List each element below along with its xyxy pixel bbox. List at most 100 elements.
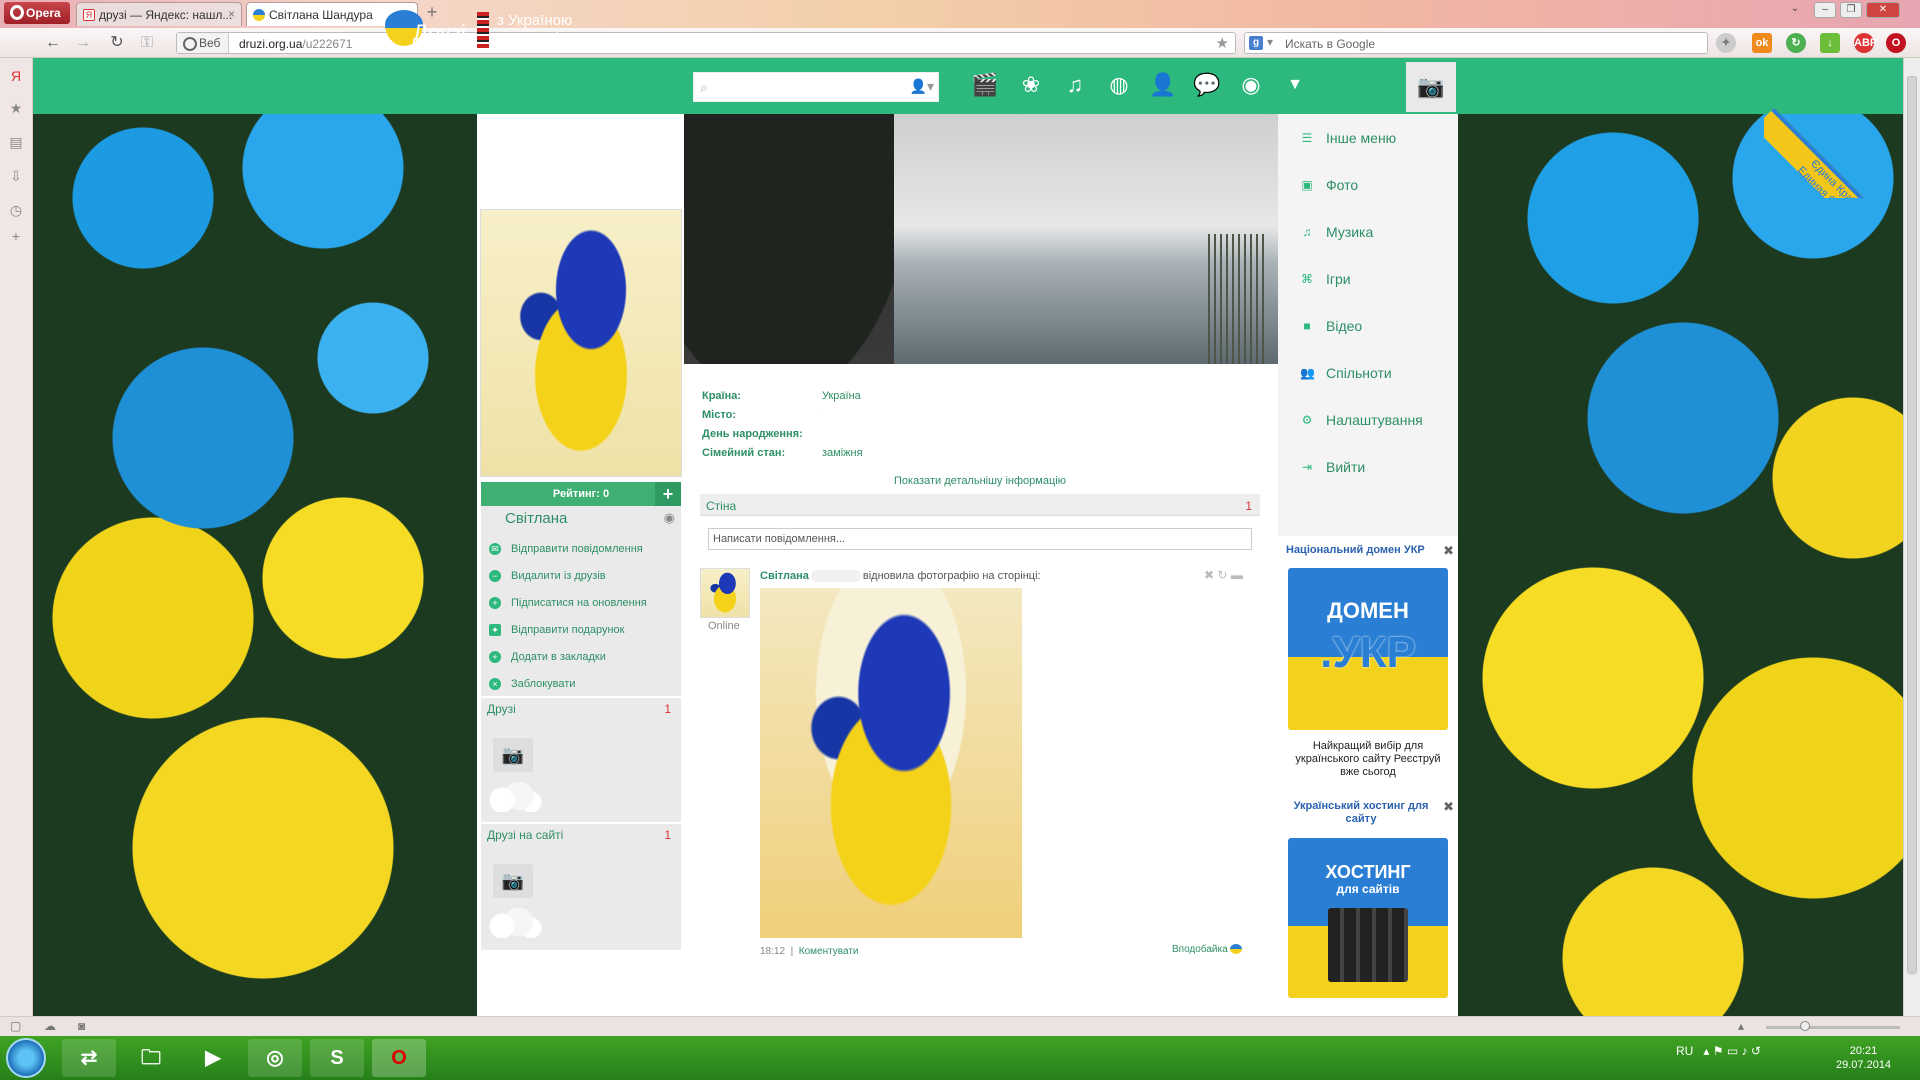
eye-icon[interactable]: ◉: [1236, 70, 1266, 100]
post-author-link[interactable]: Світлана: [760, 570, 809, 582]
like-button[interactable]: Вподобайка: [1172, 944, 1243, 955]
chat-icon[interactable]: 💬: [1192, 70, 1222, 100]
dropdown-icon[interactable]: ▼: [1280, 70, 1310, 100]
globe-icon[interactable]: ◍: [1104, 70, 1134, 100]
close-ad-icon[interactable]: ✖: [1443, 543, 1454, 559]
opera-app-icon[interactable]: O: [372, 1039, 426, 1077]
zoom-up-icon[interactable]: ▴: [1738, 1019, 1744, 1033]
tray-expand-icon[interactable]: ▴: [1703, 1044, 1709, 1058]
post-author-avatar[interactable]: [700, 568, 750, 618]
user-icon[interactable]: 👤: [1148, 70, 1178, 100]
cover-photo[interactable]: [684, 114, 1278, 364]
remote-app-icon[interactable]: ⇄: [62, 1039, 116, 1077]
music-icon[interactable]: ♫: [1060, 70, 1090, 100]
close-ad-icon[interactable]: ✖: [1443, 799, 1454, 815]
friends-online-section-title[interactable]: Друзі на сайті 1: [487, 828, 677, 846]
sync-icon[interactable]: ↺: [1751, 1044, 1761, 1058]
add-panel-icon[interactable]: +: [8, 228, 24, 244]
visibility-eye-icon[interactable]: ◉: [664, 510, 675, 526]
bookmark-star-icon[interactable]: ★: [1216, 34, 1229, 52]
zoom-slider-handle[interactable]: [1800, 1021, 1810, 1031]
forward-icon[interactable]: →: [72, 33, 94, 53]
close-window-button[interactable]: ✕: [1866, 2, 1900, 18]
ad-domain-banner[interactable]: ДОМЕН .УКР: [1288, 568, 1448, 730]
bookmarks-panel-icon[interactable]: ★: [8, 100, 24, 116]
block-user-link[interactable]: × Заблокувати: [489, 675, 677, 693]
wall-message-input[interactable]: Написати повідомлення...: [708, 528, 1252, 550]
media-player-icon[interactable]: ▶: [186, 1039, 240, 1077]
send-message-link[interactable]: ✉ Відправити повідомлення: [489, 540, 677, 558]
panel-toggle-icon[interactable]: ▢: [10, 1019, 21, 1033]
download-extension-icon[interactable]: ↓: [1820, 33, 1840, 53]
history-panel-icon[interactable]: ◷: [8, 202, 24, 218]
ad-hosting-banner[interactable]: ХОСТИНГ для сайтів: [1288, 838, 1448, 998]
subscribe-link[interactable]: + Підписатися на оновлення: [489, 594, 677, 612]
camera-status-icon[interactable]: ◙: [78, 1019, 85, 1033]
refresh-extension-icon[interactable]: ↻: [1786, 33, 1806, 53]
show-more-info-link[interactable]: Показати детальнішу інформацію: [894, 475, 1066, 487]
country-value[interactable]: Україна: [822, 390, 861, 402]
system-clock[interactable]: 20:21 29.07.2014: [1836, 1044, 1891, 1072]
comment-post-icon[interactable]: ▬: [1231, 568, 1243, 582]
turbo-icon[interactable]: ☁: [44, 1019, 56, 1033]
menu-item-settings[interactable]: ⚙ Налаштування: [1300, 410, 1450, 430]
flag-icon[interactable]: ⚑: [1713, 1044, 1724, 1058]
network-icon[interactable]: ▭: [1727, 1044, 1738, 1058]
ad-hosting-title[interactable]: Український хостинг для сайту: [1286, 800, 1436, 826]
menu-item-photo[interactable]: ▣ Фото: [1300, 175, 1450, 195]
profile-avatar[interactable]: [480, 209, 682, 477]
language-indicator[interactable]: RU: [1676, 1044, 1693, 1058]
address-field[interactable]: Веб druzi.org.ua/u222671 ★: [176, 32, 1236, 54]
key-icon[interactable]: ⚿: [136, 33, 158, 53]
tab-yandex[interactable]: Ядрузі — Яндекс: нашл... ×: [76, 2, 242, 26]
start-button[interactable]: [6, 1038, 46, 1078]
minimize-button[interactable]: –: [1814, 2, 1836, 18]
adblock-extension-icon[interactable]: ABP: [1854, 33, 1877, 53]
site-logo[interactable]: Друзі з Україною в серці: [385, 8, 635, 50]
post-photo[interactable]: [760, 588, 1022, 938]
delete-post-icon[interactable]: ✖: [1204, 568, 1214, 582]
back-icon[interactable]: ←: [42, 33, 64, 53]
comment-link[interactable]: Коментувати: [799, 946, 859, 957]
opera-menu-button[interactable]: Opera: [4, 2, 70, 24]
volume-icon[interactable]: ♪: [1742, 1044, 1748, 1058]
family-value[interactable]: заміжня: [822, 447, 863, 459]
google-search-field[interactable]: g ▾ Искать в Google: [1244, 32, 1708, 54]
friend-photo-placeholder-icon[interactable]: 📷: [493, 738, 533, 772]
tab-list-icon[interactable]: ⌄: [1784, 2, 1806, 18]
flower-icon[interactable]: ❀: [1016, 70, 1046, 100]
search-engine-dropdown-icon[interactable]: ▾: [1267, 35, 1273, 49]
remove-friend-link[interactable]: − Видалити із друзів: [489, 567, 677, 585]
send-gift-link[interactable]: ✦ Відправити подарунок: [489, 621, 677, 639]
menu-item-music[interactable]: ♫ Музика: [1300, 222, 1450, 242]
ad-domain-title[interactable]: Національний домен УКР: [1286, 544, 1436, 557]
friends-section-title[interactable]: Друзі 1: [487, 702, 677, 720]
film-icon[interactable]: 🎬: [970, 70, 1000, 100]
folder-app-icon[interactable]: 🗀: [124, 1039, 178, 1077]
menu-item-video[interactable]: ■ Відео: [1300, 316, 1450, 336]
reload-icon[interactable]: ↻: [106, 33, 128, 53]
opera-extension-icon[interactable]: O: [1886, 33, 1906, 53]
odnoklassniki-extension-icon[interactable]: ok: [1752, 33, 1772, 53]
web-site-info[interactable]: Веб: [177, 33, 230, 53]
menu-item-communities[interactable]: 👥 Спільноти: [1300, 363, 1450, 383]
share-post-icon[interactable]: ↻: [1217, 568, 1227, 582]
close-tab-icon[interactable]: ×: [228, 7, 235, 21]
puzzle-extension-icon[interactable]: ✦: [1716, 33, 1736, 53]
skype-app-icon[interactable]: S: [310, 1039, 364, 1077]
friend-online-photo-placeholder-icon[interactable]: 📷: [493, 864, 533, 898]
menu-item-other[interactable]: ☰ Інше меню: [1300, 128, 1450, 148]
add-rating-button[interactable]: +: [655, 482, 681, 506]
notes-panel-icon[interactable]: ▤: [8, 134, 24, 150]
menu-item-games[interactable]: ⌘ Ігри: [1300, 269, 1450, 289]
zoom-slider[interactable]: [1766, 1026, 1900, 1029]
add-bookmark-link[interactable]: + Додати в закладки: [489, 648, 677, 666]
page-scrollbar[interactable]: [1903, 58, 1920, 1016]
firefox-app-icon[interactable]: ◎: [248, 1039, 302, 1077]
site-search-input[interactable]: ⌕ 👤▾: [693, 72, 939, 102]
downloads-panel-icon[interactable]: ⇩: [8, 168, 24, 184]
user-filter-dropdown-icon[interactable]: 👤▾: [910, 78, 934, 95]
yandex-panel-icon[interactable]: Я: [8, 68, 24, 84]
menu-item-logout[interactable]: ⇥ Вийти: [1300, 457, 1450, 477]
camera-icon[interactable]: 📷: [1406, 62, 1456, 112]
